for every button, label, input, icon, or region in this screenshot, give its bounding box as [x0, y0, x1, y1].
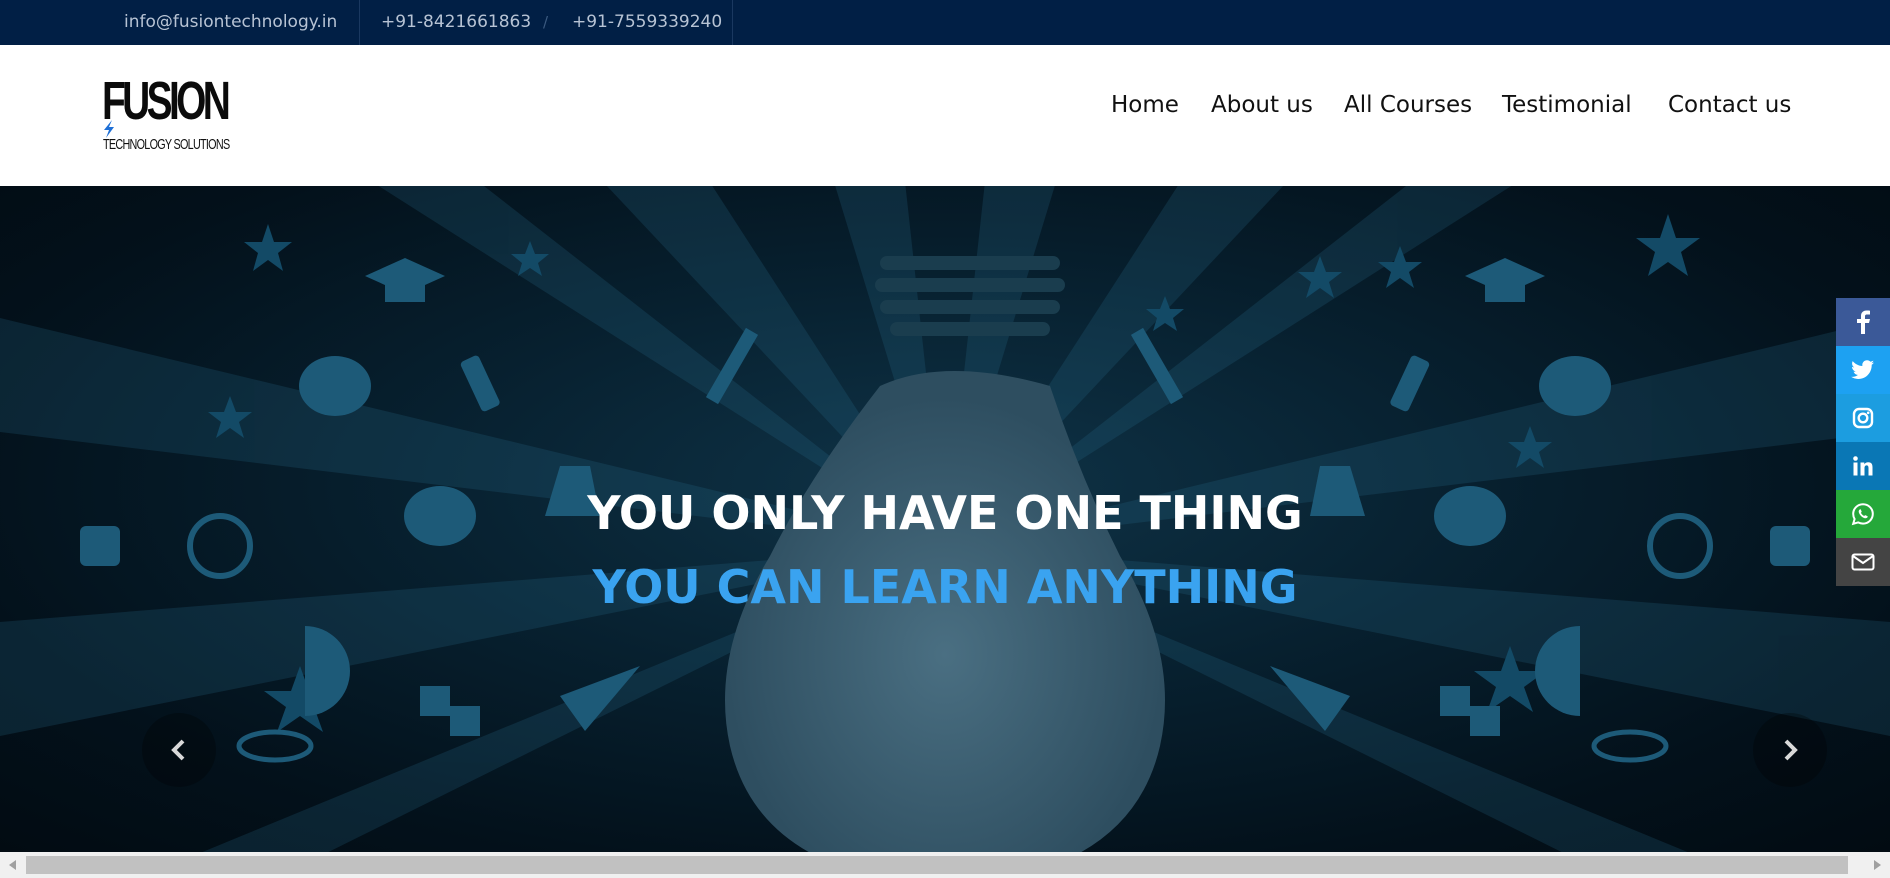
divider — [732, 0, 733, 45]
scroll-left-icon — [9, 860, 16, 870]
logo-tagline: TECHNOLOGY SOLUTIONS — [103, 136, 230, 153]
linkedin-button[interactable] — [1836, 442, 1890, 490]
site-logo[interactable]: FUSION TECHNOLOGY SOLUTIONS — [102, 71, 231, 160]
slider-prev-button[interactable] — [142, 713, 216, 787]
scroll-left-button[interactable] — [2, 852, 24, 878]
scrollbar-thumb[interactable] — [26, 856, 1848, 874]
nav-home[interactable]: Home — [1111, 92, 1179, 118]
divider — [359, 0, 360, 45]
nav-all-courses[interactable]: All Courses — [1344, 92, 1472, 118]
twitter-icon — [1851, 360, 1874, 379]
contact-email[interactable]: info@fusiontechnology.in — [124, 0, 337, 45]
instagram-button[interactable] — [1836, 394, 1890, 442]
scroll-right-icon — [1874, 860, 1881, 870]
site-header: FUSION TECHNOLOGY SOLUTIONS Home About u… — [0, 45, 1890, 186]
nav-about-us[interactable]: About us — [1211, 92, 1313, 118]
chevron-left-icon — [171, 739, 185, 761]
hero-headline-primary: YOU ONLY HAVE ONE THING — [587, 486, 1303, 540]
slider-next-button[interactable] — [1753, 713, 1827, 787]
divider-slash: / — [543, 13, 549, 31]
whatsapp-button[interactable] — [1836, 490, 1890, 538]
email-button[interactable] — [1836, 538, 1890, 586]
logo-wordmark: FUSION — [102, 71, 231, 131]
top-contact-bar: info@fusiontechnology.in +91-8421661863 … — [0, 0, 1890, 45]
scroll-right-button[interactable] — [1866, 852, 1888, 878]
contact-phone-1[interactable]: +91-8421661863 — [381, 0, 531, 45]
nav-contact-us[interactable]: Contact us — [1668, 92, 1791, 118]
hero-slider: YOU ONLY HAVE ONE THING YOU CAN LEARN AN… — [0, 186, 1890, 852]
facebook-icon — [1857, 310, 1870, 334]
contact-phone-2[interactable]: +91-7559339240 — [572, 0, 722, 45]
social-share-rail — [1836, 298, 1890, 586]
chevron-right-icon — [1784, 739, 1798, 761]
twitter-button[interactable] — [1836, 346, 1890, 394]
envelope-icon — [1851, 553, 1875, 571]
horizontal-scrollbar[interactable] — [0, 852, 1890, 878]
nav-testimonial[interactable]: Testimonial — [1502, 92, 1632, 118]
facebook-button[interactable] — [1836, 298, 1890, 346]
instagram-icon — [1852, 407, 1874, 429]
whatsapp-icon — [1851, 503, 1874, 526]
linkedin-icon — [1853, 456, 1873, 476]
hero-headline-secondary: YOU CAN LEARN ANYTHING — [592, 560, 1298, 614]
